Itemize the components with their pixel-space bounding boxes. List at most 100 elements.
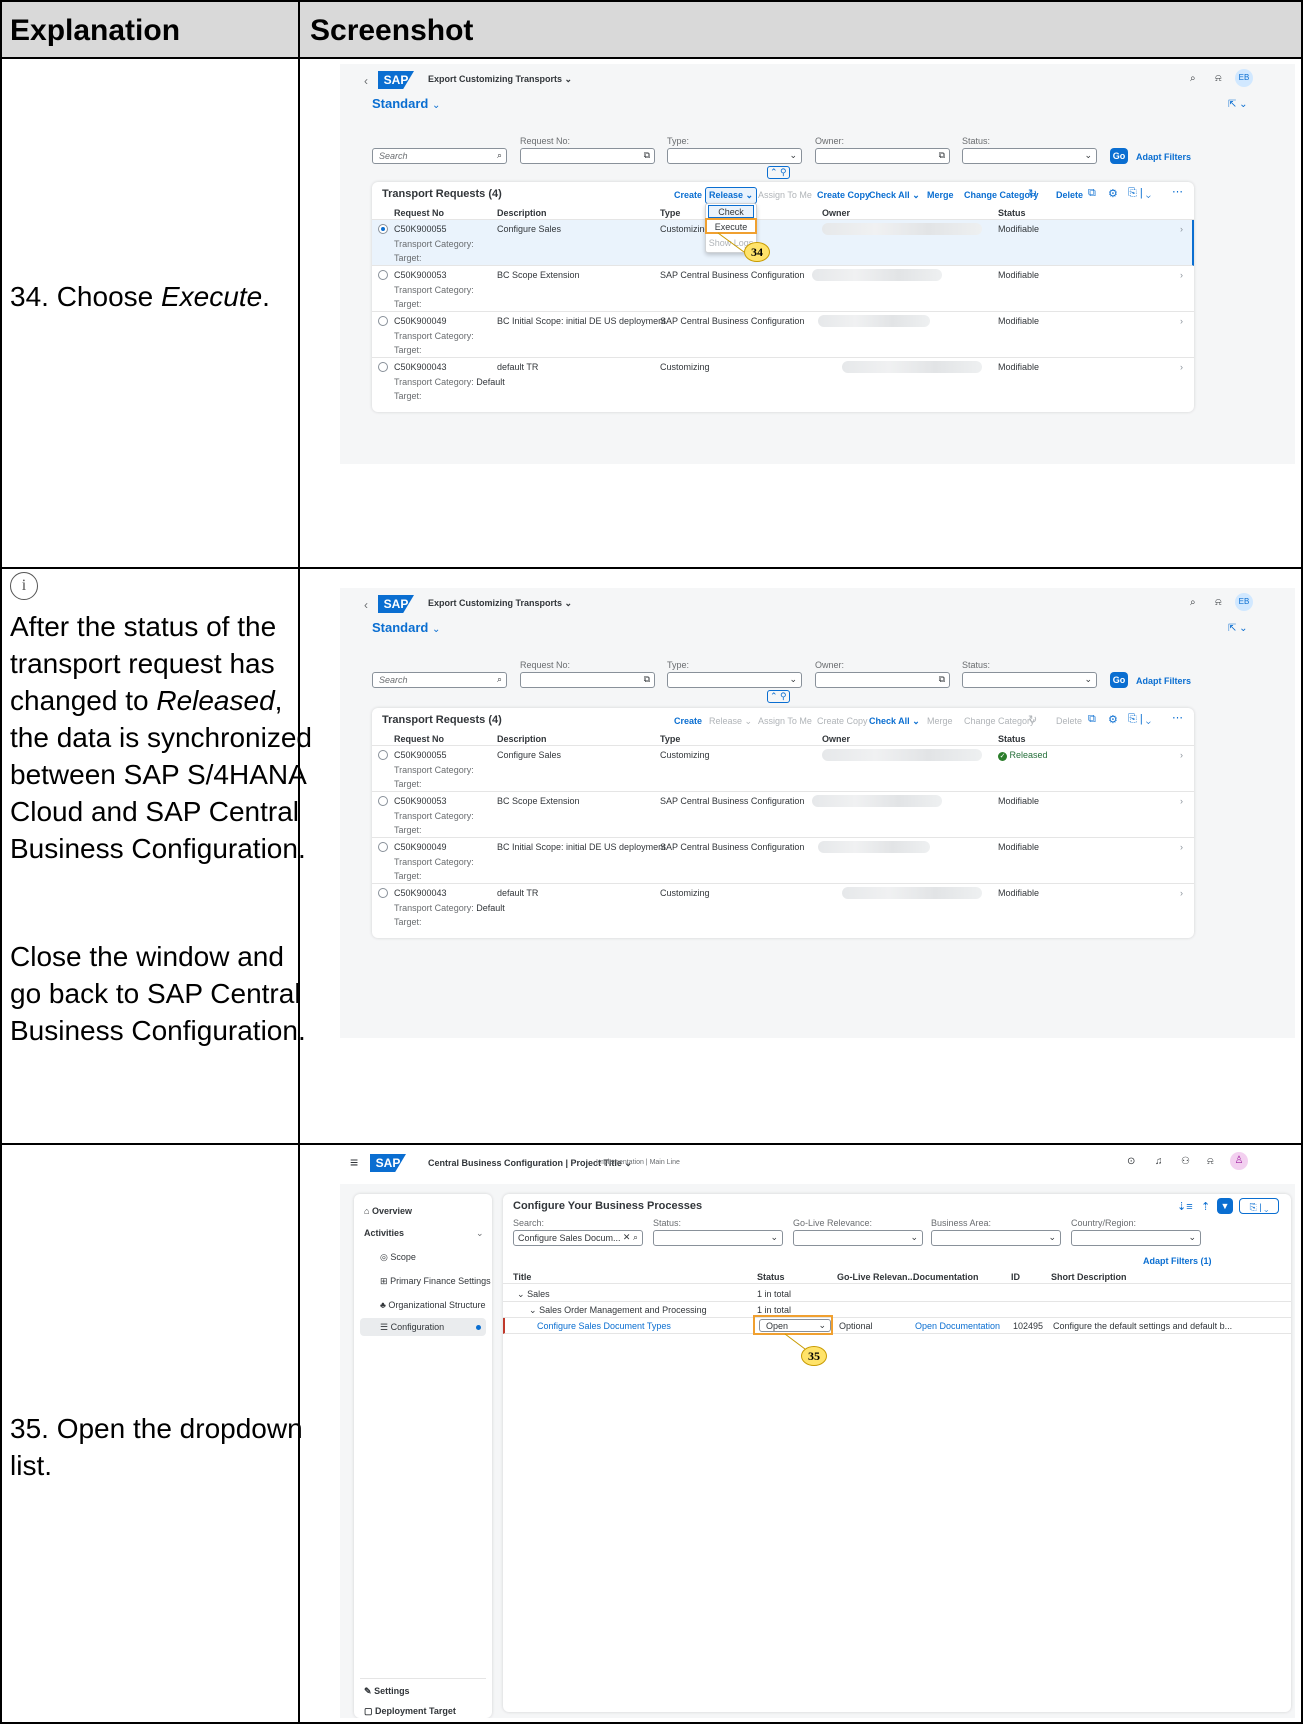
country-select[interactable]: ⌄	[1071, 1230, 1201, 1246]
table-row[interactable]: C50K900053 Transport Category: Target: B…	[372, 266, 1194, 312]
search-input[interactable]: Configure Sales Docum... ✕ ⌕	[513, 1230, 643, 1246]
table-row[interactable]: C50K900043 Transport Category: Default T…	[372, 884, 1194, 930]
area-select[interactable]: ⌄	[931, 1230, 1061, 1246]
sort-ascending-icon[interactable]: ⇡	[1201, 1200, 1210, 1213]
export-icon[interactable]: ⎘ | ⌄	[1239, 1198, 1279, 1214]
delete-button[interactable]: Delete	[1056, 190, 1083, 200]
row-radio[interactable]	[378, 796, 388, 806]
nav-deployment[interactable]: ▢ Deployment Target	[364, 1706, 456, 1717]
bell-icon[interactable]: ⍾	[1215, 597, 1222, 608]
filter-icon[interactable]: ▼	[1217, 1198, 1233, 1214]
refresh-icon[interactable]: ↻	[1028, 187, 1037, 200]
release-button[interactable]: Release ⌄	[705, 187, 758, 204]
type-select[interactable]: ⌄	[667, 672, 802, 688]
search-input[interactable]: Search ⌕	[372, 148, 507, 164]
row-radio[interactable]	[378, 888, 388, 898]
table-row[interactable]: C50K900055 Transport Category: Target: C…	[372, 746, 1194, 792]
request-no-field[interactable]: ⧉	[520, 672, 655, 688]
bell-icon[interactable]: ⍾	[1207, 1156, 1214, 1167]
share-icon[interactable]: ⇱ ⌄	[1228, 99, 1248, 110]
release-button[interactable]: Release ⌄	[709, 716, 752, 727]
table-row[interactable]: Configure Sales Document Types Open ⌄ Opt…	[503, 1318, 1291, 1334]
share-icon[interactable]: ⇱ ⌄	[1228, 623, 1248, 634]
assign-to-me-button[interactable]: Assign To Me	[758, 716, 812, 726]
status-select[interactable]: ⌄	[962, 672, 1097, 688]
more-icon[interactable]: ⋯	[1172, 711, 1183, 724]
adapt-filters-link[interactable]: Adapt Filters	[1136, 152, 1191, 162]
gear-icon[interactable]: ⚙	[1108, 187, 1118, 200]
owner-field[interactable]: ⧉	[815, 672, 950, 688]
golive-select[interactable]: ⌄	[793, 1230, 923, 1246]
app-title[interactable]: Export Customizing Transports ⌄	[428, 598, 572, 609]
table-row[interactable]: C50K900053 Transport Category: Target: B…	[372, 792, 1194, 838]
request-no-field[interactable]: ⧉	[520, 148, 655, 164]
change-category-button[interactable]: Change Category	[964, 716, 1035, 726]
merge-button[interactable]: Merge	[927, 190, 954, 200]
nav-org[interactable]: ♣ Organizational Structure	[380, 1300, 485, 1310]
more-icon[interactable]: ⋯	[1172, 185, 1183, 198]
avatar[interactable]: EB	[1235, 593, 1253, 611]
check-all-button[interactable]: Check All ⌄	[869, 716, 920, 727]
copy-icon[interactable]: ⧉	[1088, 713, 1096, 726]
sort-descending-icon[interactable]: ⇣≡	[1177, 1200, 1193, 1213]
adapt-filters-link[interactable]: Adapt Filters	[1136, 676, 1191, 686]
table-row[interactable]: ⌄ Sales 1 in total	[503, 1286, 1291, 1302]
table-row[interactable]: C50K900049 Transport Category: Target: B…	[372, 838, 1194, 884]
nav-activities[interactable]: Activities	[364, 1228, 404, 1238]
adapt-filters-link[interactable]: Adapt Filters (1)	[1143, 1256, 1212, 1266]
create-copy-button[interactable]: Create Copy	[817, 190, 870, 200]
avatar-icon[interactable]: ♙	[1230, 1152, 1248, 1170]
type-select[interactable]: ⌄	[667, 148, 802, 164]
avatar[interactable]: EB	[1235, 69, 1253, 87]
merge-button[interactable]: Merge	[927, 716, 953, 726]
status-select[interactable]: ⌄	[962, 148, 1097, 164]
go-button[interactable]: Go	[1110, 672, 1128, 688]
assign-to-me-button[interactable]: Assign To Me	[758, 190, 812, 200]
search-input[interactable]: Search ⌕	[372, 672, 507, 688]
nav-scope[interactable]: ◎ Scope	[380, 1252, 416, 1263]
table-row[interactable]: ⌄ Sales Order Management and Processing …	[503, 1302, 1291, 1318]
nav-finance[interactable]: ⊞ Primary Finance Settings	[380, 1276, 491, 1287]
export-icon[interactable]: ⎘ | ⌄	[1128, 713, 1151, 726]
table-row[interactable]: C50K900055 Transport Category: Target: C…	[372, 220, 1194, 266]
row-radio[interactable]	[378, 316, 388, 326]
table-row[interactable]: C50K900049 Transport Category: Target: B…	[372, 312, 1194, 358]
collapse-header-icon[interactable]: ⌃ ⚲	[767, 690, 790, 703]
refresh-icon[interactable]: ↻	[1028, 713, 1037, 726]
search-icon[interactable]: ⌕	[1190, 73, 1196, 84]
back-icon[interactable]: ‹	[364, 598, 368, 612]
create-copy-button[interactable]: Create Copy	[817, 716, 868, 726]
variant-selector[interactable]: Standard ⌄	[372, 96, 440, 111]
bell-icon[interactable]: ⍾	[1215, 73, 1222, 84]
export-icon[interactable]: ⎘ | ⌄	[1128, 187, 1151, 200]
nav-configuration[interactable]: ☰ Configuration	[380, 1322, 444, 1333]
variant-selector[interactable]: Standard ⌄	[372, 620, 440, 635]
menu-icon[interactable]: ≡	[350, 1154, 358, 1170]
copy-icon[interactable]: ⧉	[1088, 187, 1096, 200]
menu-item-check[interactable]: Check	[708, 205, 754, 218]
headset-icon[interactable]: ♫	[1155, 1156, 1163, 1167]
row-radio[interactable]	[378, 842, 388, 852]
row-radio[interactable]	[378, 362, 388, 372]
go-button[interactable]: Go	[1110, 148, 1128, 164]
row-radio[interactable]	[378, 750, 388, 760]
back-icon[interactable]: ‹	[364, 74, 368, 88]
row-radio[interactable]	[378, 270, 388, 280]
nav-settings[interactable]: ✎ Settings	[364, 1686, 410, 1697]
user-group-icon[interactable]: ⚇	[1181, 1156, 1190, 1167]
check-all-button[interactable]: Check All ⌄	[869, 190, 920, 201]
delete-button[interactable]: Delete	[1056, 716, 1082, 726]
owner-field[interactable]: ⧉	[815, 148, 950, 164]
help-icon[interactable]: ⊙	[1127, 1156, 1135, 1167]
create-button[interactable]: Create	[674, 190, 702, 200]
process-link[interactable]: Configure Sales Document Types	[537, 1321, 671, 1331]
gear-icon[interactable]: ⚙	[1108, 713, 1118, 726]
documentation-link[interactable]: Open Documentation	[915, 1321, 1000, 1331]
app-title[interactable]: Export Customizing Transports ⌄	[428, 74, 572, 85]
table-row[interactable]: C50K900043 Transport Category: Default T…	[372, 358, 1194, 404]
row-radio[interactable]	[378, 224, 388, 234]
nav-overview[interactable]: ⌂ Overview	[364, 1206, 412, 1216]
search-icon[interactable]: ⌕	[1190, 597, 1196, 608]
create-button[interactable]: Create	[674, 716, 702, 726]
status-select[interactable]: ⌄	[653, 1230, 783, 1246]
